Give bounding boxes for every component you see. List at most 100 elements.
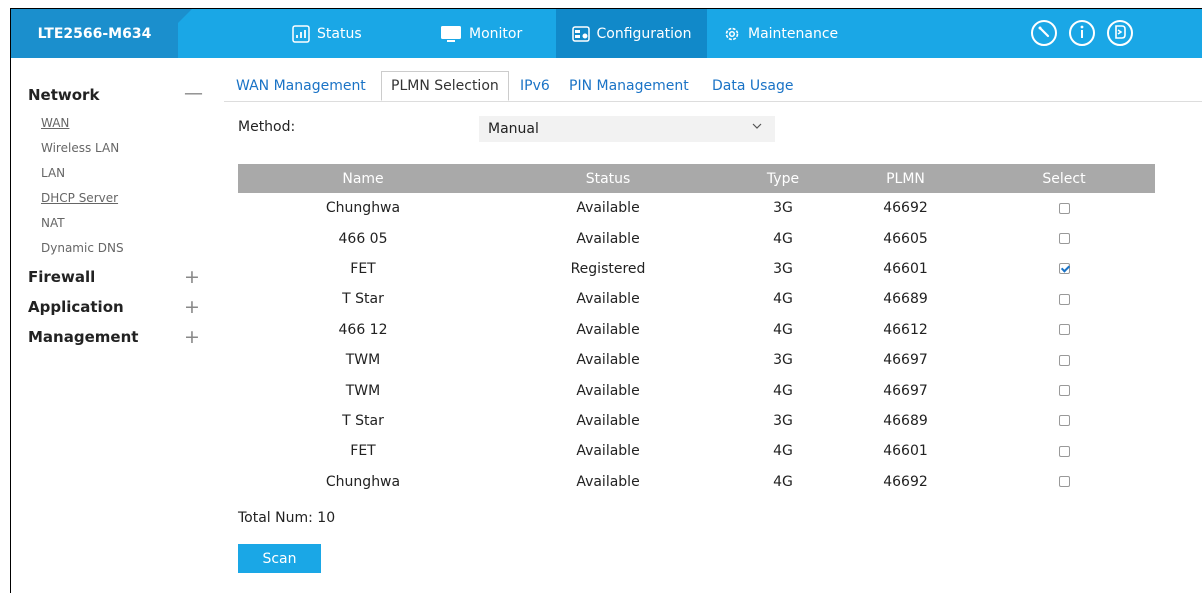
- cell-plmn: 46605: [883, 230, 928, 247]
- method-select-value: Manual: [488, 121, 539, 137]
- cell-name: TWM: [345, 352, 381, 369]
- cell-select: [973, 406, 1155, 436]
- collapse-icon[interactable]: —: [184, 84, 203, 103]
- method-select[interactable]: Manual: [479, 116, 775, 142]
- device-name: LTE2566-M634: [11, 9, 178, 58]
- select-checkbox[interactable]: [1058, 445, 1070, 457]
- column-header-select: Select: [973, 164, 1155, 193]
- cell-plmn: 46692: [883, 200, 928, 217]
- select-checkbox[interactable]: [1058, 415, 1070, 427]
- select-checkbox[interactable]: [1058, 233, 1070, 245]
- cell-select: [973, 284, 1155, 314]
- top-navigation-bar: LTE2566-M634 Status Monitor Configuratio…: [11, 9, 1202, 58]
- tab-plmn-selection[interactable]: PLMN Selection: [381, 71, 509, 101]
- logout-button[interactable]: [1107, 20, 1133, 46]
- plmn-table: Name Status Type PLMN Select Chunghwa Ava…: [238, 164, 1155, 497]
- cell-select: [973, 345, 1155, 375]
- nav-configuration-label: Configuration: [596, 25, 692, 42]
- expand-icon[interactable]: +: [184, 298, 200, 317]
- cell-type: 4G: [773, 291, 793, 308]
- cell-name: 466 05: [338, 230, 388, 247]
- table-row: TWM Available 4G 46697: [238, 375, 1155, 405]
- sidebar-section-application[interactable]: Application: [28, 298, 124, 316]
- cell-status: Available: [576, 412, 640, 429]
- sidebar-item-wan[interactable]: WAN: [41, 116, 69, 130]
- sidebar-section-firewall[interactable]: Firewall: [28, 268, 95, 286]
- nav-monitor[interactable]: Monitor: [440, 9, 522, 58]
- cell-name: TWM: [345, 382, 381, 399]
- column-header-name: Name: [238, 164, 488, 193]
- sidebar-section-management[interactable]: Management: [28, 328, 138, 346]
- info-icon: [1076, 24, 1088, 43]
- cell-select: [973, 193, 1155, 223]
- sidebar-item-dhcp-server[interactable]: DHCP Server: [41, 191, 118, 205]
- select-checkbox[interactable]: [1058, 293, 1070, 305]
- expand-icon[interactable]: +: [184, 268, 200, 287]
- sidebar-item-dynamic-dns[interactable]: Dynamic DNS: [41, 241, 124, 255]
- chevron-down-icon: [751, 120, 763, 136]
- cell-status: Available: [576, 443, 640, 460]
- select-checkbox[interactable]: [1058, 202, 1070, 214]
- select-checkbox[interactable]: [1058, 263, 1070, 275]
- cell-type: 4G: [773, 473, 793, 490]
- table-header-row: Name Status Type PLMN Select: [238, 164, 1155, 193]
- sidebar-item-lan[interactable]: LAN: [41, 166, 65, 180]
- status-icon: [292, 24, 310, 43]
- table-row: 466 12 Available 4G 46612: [238, 315, 1155, 345]
- scan-button[interactable]: Scan: [238, 544, 321, 573]
- monitor-icon: [440, 25, 462, 43]
- cell-status: Available: [576, 200, 640, 217]
- nav-status[interactable]: Status: [292, 9, 362, 58]
- nav-monitor-label: Monitor: [469, 25, 523, 42]
- cell-select: [973, 315, 1155, 345]
- select-checkbox[interactable]: [1058, 476, 1070, 488]
- select-checkbox[interactable]: [1058, 324, 1070, 336]
- cell-select: [973, 223, 1155, 253]
- table-row: FET Available 4G 46601: [238, 436, 1155, 466]
- select-checkbox[interactable]: [1058, 385, 1070, 397]
- cell-select: [973, 254, 1155, 284]
- cell-name: T Star: [342, 291, 384, 308]
- expand-icon[interactable]: +: [184, 328, 200, 347]
- sidebar-section-network[interactable]: Network: [28, 86, 99, 104]
- column-header-plmn: PLMN: [838, 164, 973, 193]
- cell-name: FET: [350, 260, 376, 277]
- cell-type: 3G: [773, 200, 793, 217]
- cell-plmn: 46697: [883, 352, 928, 369]
- gear-icon: [723, 25, 741, 43]
- info-button[interactable]: [1069, 20, 1095, 46]
- nav-maintenance[interactable]: Maintenance: [723, 9, 838, 58]
- cell-name: 466 12: [338, 321, 388, 338]
- cell-name: FET: [350, 443, 376, 460]
- cell-plmn: 46697: [883, 382, 928, 399]
- table-row: Chunghwa Available 3G 46692: [238, 193, 1155, 223]
- cell-name: Chunghwa: [325, 200, 401, 217]
- tab-pin-management[interactable]: PIN Management: [569, 71, 689, 101]
- cell-select: [973, 467, 1155, 497]
- nav-configuration[interactable]: Configuration: [556, 9, 707, 58]
- cell-plmn: 46601: [883, 260, 928, 277]
- wizard-button[interactable]: [1031, 20, 1057, 46]
- tab-bar: WAN Management PLMN Selection IPv6 PIN M…: [224, 71, 1202, 102]
- nav-status-label: Status: [317, 25, 362, 42]
- cell-type: 4G: [773, 321, 793, 338]
- cell-status: Available: [576, 382, 640, 399]
- cell-plmn: 46601: [883, 443, 928, 460]
- cell-select: [973, 375, 1155, 405]
- tab-wan-management[interactable]: WAN Management: [236, 71, 366, 101]
- tab-ipv6[interactable]: IPv6: [520, 71, 550, 101]
- column-header-status: Status: [488, 164, 728, 193]
- cell-type: 4G: [773, 230, 793, 247]
- table-row: FET Registered 3G 46601: [238, 254, 1155, 284]
- nav-maintenance-label: Maintenance: [748, 25, 839, 42]
- tab-data-usage[interactable]: Data Usage: [712, 71, 794, 101]
- cell-status: Available: [576, 352, 640, 369]
- sidebar-item-nat[interactable]: NAT: [41, 216, 65, 230]
- cell-name: T Star: [342, 412, 384, 429]
- cell-plmn: 46692: [883, 473, 928, 490]
- cell-select: [973, 436, 1155, 466]
- cell-plmn: 46689: [883, 412, 928, 429]
- sidebar-item-wireless-lan[interactable]: Wireless LAN: [41, 141, 119, 155]
- select-checkbox[interactable]: [1058, 354, 1070, 366]
- method-label: Method:: [238, 119, 296, 135]
